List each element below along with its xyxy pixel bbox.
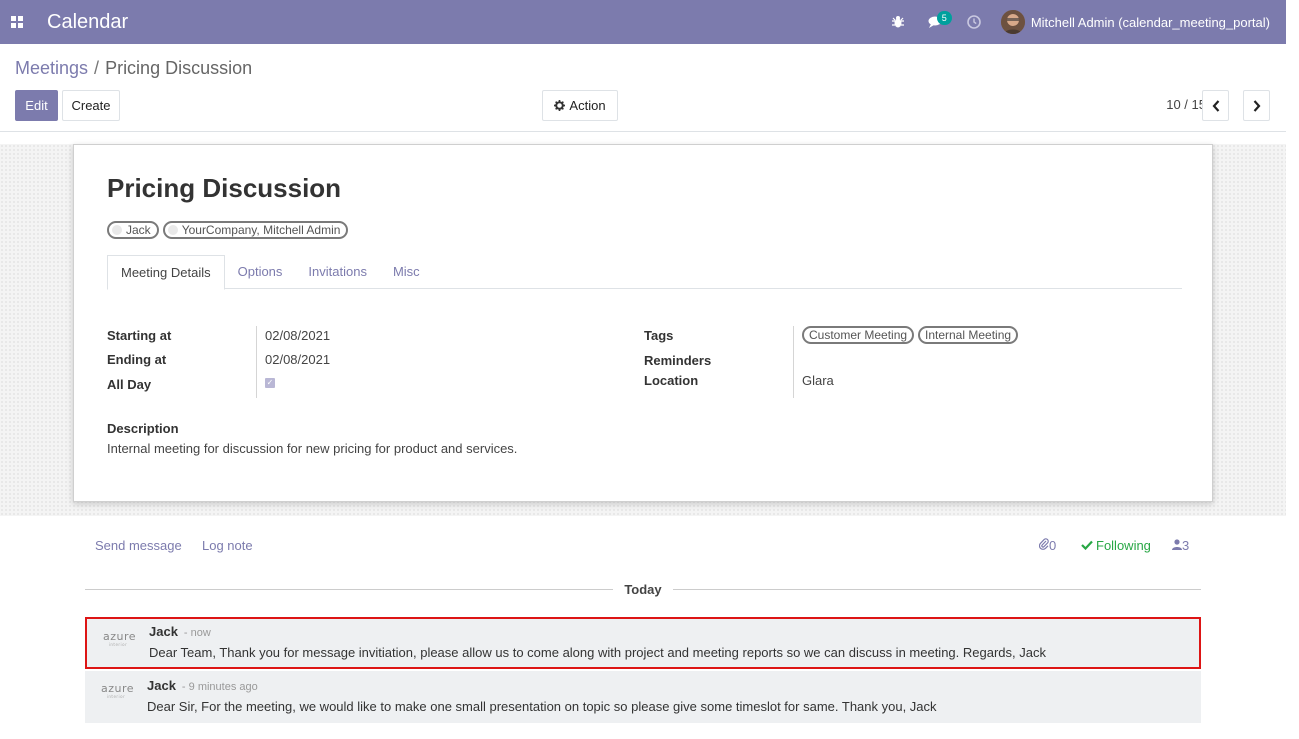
description-value[interactable]: Internal meeting for discussion for new … [107,441,517,456]
user-menu[interactable]: Mitchell Admin (calendar_meeting_portal) [1031,15,1270,30]
all-day-checkbox[interactable]: ✓ [265,378,275,388]
form-sheet: Pricing Discussion Jack YourCompany, Mit… [73,144,1213,502]
location-value[interactable]: Glara [802,373,834,388]
user-icon [1172,539,1182,550]
attendee-list: Jack YourCompany, Mitchell Admin [107,221,349,239]
attachments-button[interactable]: 0 [1038,538,1057,553]
following-button[interactable]: Following [1081,538,1151,553]
apps-menu-icon[interactable] [2,0,32,44]
date-separator-line [85,589,613,590]
edit-button[interactable]: Edit [15,90,58,121]
field-divider [256,326,257,398]
avatar-logo-subtext: interior [106,694,126,699]
tab-meeting-details[interactable]: Meeting Details [107,255,225,290]
create-button[interactable]: Create [62,90,120,121]
tag-customer-meeting[interactable]: Customer Meeting [802,326,915,344]
send-message-link[interactable]: Send message [95,538,182,553]
breadcrumb-meetings-link[interactable]: Meetings [15,58,88,78]
starting-at-label: Starting at [107,328,172,343]
pager-value[interactable]: 10 / 15 [1166,97,1206,112]
breadcrumb: Meetings / Pricing Discussion [15,58,252,79]
control-panel: Meetings / Pricing Discussion Edit Create … [0,44,1286,132]
breadcrumb-current: Pricing Discussion [105,58,253,78]
message-count-badge: 5 [936,11,952,25]
followers-button[interactable]: 3 [1172,538,1189,553]
pager-previous-button[interactable] [1202,90,1229,121]
tag-internal-meeting[interactable]: Internal Meeting [918,326,1019,344]
attendee-tag[interactable]: Jack [107,221,159,239]
attachments-count: 0 [1049,538,1057,553]
date-separator-line [673,589,1201,590]
author-avatar[interactable]: azure interior [103,631,136,657]
message-item[interactable]: azure interior Jack - 9 minutes ago Dear S… [85,671,1201,723]
user-avatar[interactable] [1000,10,1025,34]
check-icon [1081,540,1093,551]
message-body: Dear Team, Thank you for message invitia… [149,645,1046,660]
message-item[interactable]: azure interior Jack - now Dear Team, Thank… [85,617,1201,669]
tags-label: Tags [644,328,674,343]
description-label: Description [107,421,179,436]
bug-icon[interactable] [879,0,917,44]
field-divider [793,326,794,398]
attendee-name: YourCompany, Mitchell Admin [181,223,341,237]
app-title[interactable]: Calendar [47,11,128,34]
message-body: Dear Sir, For the meeting, we would like… [147,699,937,714]
record-title: Pricing Discussion [107,173,342,203]
location-label: Location [644,373,699,388]
tab-invitations[interactable]: Invitations [295,255,380,289]
followers-count: 3 [1182,538,1190,553]
messaging-button[interactable]: 5 [917,0,955,44]
tab-misc[interactable]: Misc [380,255,433,289]
chevron-left-icon [1212,99,1219,112]
chevron-right-icon [1253,99,1260,112]
message-time: - now [183,627,211,639]
message-time: - 9 minutes ago [181,681,258,693]
action-button[interactable]: Action [542,90,618,121]
action-label: Action [569,98,606,113]
ending-at-value[interactable]: 02/08/2021 [265,352,330,367]
tab-options[interactable]: Options [225,255,296,289]
form-tabs: Meeting Details Options Invitations Misc [107,255,1182,290]
gear-icon [554,100,566,111]
starting-at-value[interactable]: 02/08/2021 [265,328,330,343]
reminders-label: Reminders [644,353,712,368]
all-day-label: All Day [107,377,152,392]
date-separator-label: Today [624,582,662,597]
top-navbar: Calendar 5 Mitchell Admin (calendar_meet… [0,0,1286,44]
attendee-tag[interactable]: YourCompany, Mitchell Admin [162,221,349,239]
attendee-status-dot [112,225,122,235]
avatar-logo-subtext: interior [108,642,128,647]
author-avatar[interactable]: azure interior [101,683,134,709]
message-author[interactable]: Jack [149,624,178,639]
activity-clock-icon[interactable] [955,0,993,44]
attendee-name: Jack [126,223,151,237]
ending-at-label: Ending at [107,352,167,367]
pager-next-button[interactable] [1243,90,1270,121]
attendee-status-dot [167,225,178,235]
following-label: Following [1096,538,1151,553]
log-note-link[interactable]: Log note [202,538,253,553]
breadcrumb-separator: / [94,58,100,78]
paperclip-icon [1038,538,1049,550]
message-author[interactable]: Jack [147,678,176,693]
